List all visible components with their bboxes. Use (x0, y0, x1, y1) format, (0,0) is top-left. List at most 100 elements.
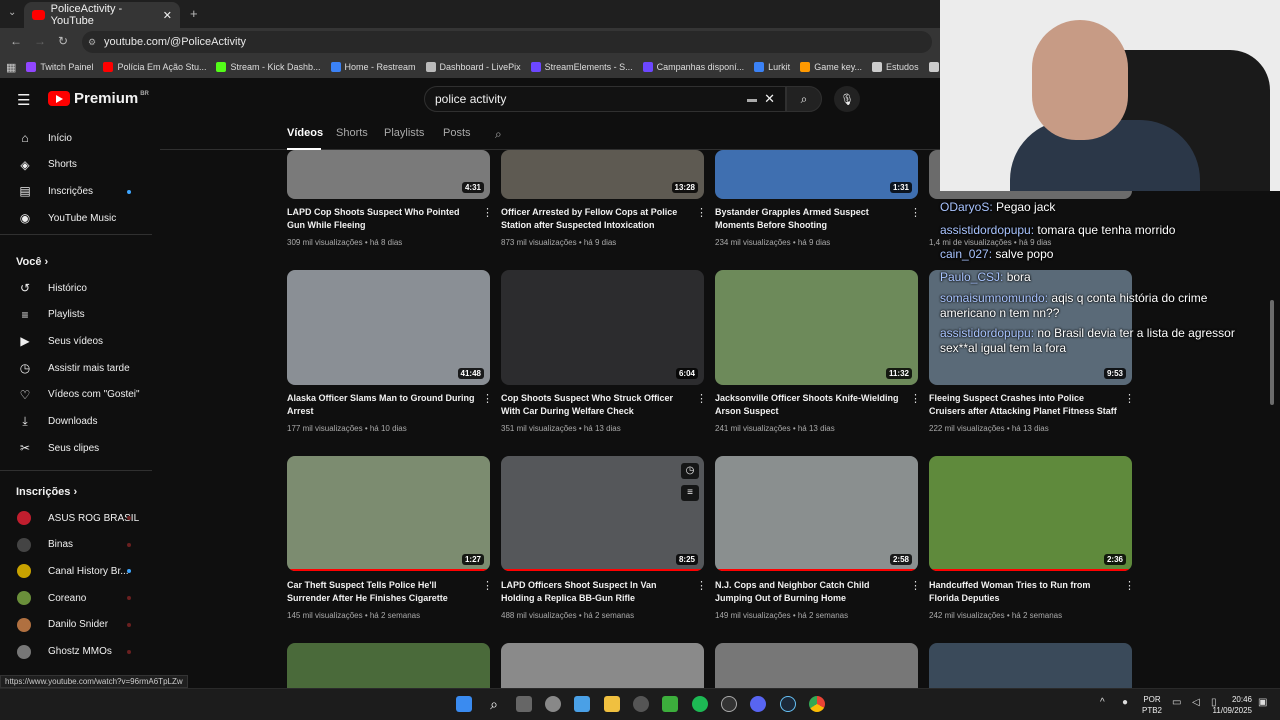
video-thumbnail[interactable]: 1:31 (715, 150, 918, 199)
apps-icon[interactable]: ▦ (6, 61, 16, 74)
xbox-icon[interactable] (662, 696, 678, 712)
subscription-item[interactable]: Canal History Br... (0, 558, 150, 584)
you-section-heading[interactable]: Você › (16, 256, 48, 268)
video-title[interactable]: LAPD Cop Shoots Suspect Who Pointed Gun … (287, 206, 477, 232)
steam-icon[interactable] (780, 696, 796, 712)
site-info-icon[interactable]: ⚙ (88, 37, 96, 48)
tray-mic-icon[interactable]: ● (1122, 697, 1128, 708)
tab-list-icon[interactable]: ⌄ (8, 7, 16, 18)
subscription-item[interactable]: Ghostz MMOs (0, 639, 150, 665)
discord-icon[interactable] (750, 696, 766, 712)
more-actions-icon[interactable]: ⋮ (482, 392, 493, 405)
bookmark-item[interactable]: Twitch Painel (26, 62, 93, 72)
sidebar-item[interactable]: ✂ Seus clipes (0, 435, 150, 461)
more-actions-icon[interactable]: ⋮ (482, 206, 493, 219)
video-title[interactable]: N.J. Cops and Neighbor Catch Child Jumpi… (715, 579, 905, 605)
video-title[interactable]: Bystander Grapples Armed Suspect Moments… (715, 206, 905, 232)
sidebar-item[interactable]: ≡ Playlists (0, 302, 150, 328)
subscription-item[interactable]: Binas (0, 532, 150, 558)
video-title[interactable]: Fleeing Suspect Crashes into Police Crui… (929, 392, 1119, 418)
video-thumbnail[interactable] (501, 643, 704, 688)
close-tab-icon[interactable]: ✕ (163, 9, 172, 22)
video-thumbnail[interactable]: 4:31 (287, 150, 490, 199)
tab-playlists[interactable]: Playlists (384, 127, 424, 139)
more-actions-icon[interactable]: ⋮ (696, 206, 707, 219)
bookmark-item[interactable]: Thumbnails (928, 62, 940, 72)
bookmark-item[interactable]: Campanhas disponí... (642, 62, 744, 72)
subscriptions-section-heading[interactable]: Inscrições › (16, 486, 77, 498)
more-actions-icon[interactable]: ⋮ (910, 579, 921, 592)
bookmark-item[interactable]: StreamElements - S... (530, 62, 633, 72)
more-actions-icon[interactable]: ⋮ (910, 392, 921, 405)
more-actions-icon[interactable]: ⋮ (696, 579, 707, 592)
video-thumbnail[interactable]: 8:25 (501, 456, 704, 571)
video-thumbnail[interactable]: 6:04 (501, 270, 704, 385)
more-actions-icon[interactable]: ⋮ (696, 392, 707, 405)
task-view-icon[interactable] (516, 696, 532, 712)
video-title[interactable]: Officer Arrested by Fellow Cops at Polic… (501, 206, 691, 232)
more-actions-icon[interactable]: ⋮ (910, 206, 921, 219)
video-thumbnail[interactable]: 13:28 (501, 150, 704, 199)
chrome-icon[interactable] (809, 696, 825, 712)
settings-icon[interactable] (545, 696, 561, 712)
keyboard-icon[interactable]: ▬ (747, 94, 757, 105)
more-actions-icon[interactable]: ⋮ (1124, 579, 1135, 592)
notifications-icon[interactable]: ▣ (1258, 697, 1267, 708)
channel-search-icon[interactable]: ⌕ (495, 127, 502, 142)
video-title[interactable]: Alaska Officer Slams Man to Ground Durin… (287, 392, 477, 418)
subscription-item[interactable]: ASUS ROG BRASIL (0, 505, 150, 531)
bookmark-item[interactable]: Polícia Em Ação Stu... (103, 62, 206, 72)
tray-chevron-icon[interactable]: ^ (1100, 697, 1105, 708)
video-thumbnail[interactable]: 2:58 (715, 456, 918, 571)
sidebar-item[interactable]: ◉ YouTube Music (0, 205, 150, 231)
bookmark-item[interactable]: Game key... (800, 62, 862, 72)
sidebar-item[interactable]: ▶ Seus vídeos (0, 328, 150, 354)
bookmark-item[interactable]: Lurkit (754, 62, 790, 72)
photos-icon[interactable] (574, 696, 590, 712)
video-thumbnail[interactable] (715, 643, 918, 688)
bookmark-item[interactable]: Dashboard - LivePix (425, 62, 521, 72)
volume-icon[interactable]: ◁ (1192, 697, 1200, 708)
sidebar-item[interactable]: ⌂ Início (0, 125, 150, 151)
bookmark-item[interactable]: Stream - Kick Dashb... (216, 62, 321, 72)
scrollbar[interactable] (1270, 300, 1274, 405)
video-thumbnail[interactable]: 41:48 (287, 270, 490, 385)
bookmark-item[interactable]: Estudos (872, 62, 919, 72)
tab-posts[interactable]: Posts (443, 127, 471, 139)
more-actions-icon[interactable]: ⋮ (1124, 392, 1135, 405)
sidebar-item[interactable]: ⤓ Downloads (0, 409, 150, 435)
clear-search-icon[interactable]: ✕ (764, 91, 775, 107)
video-thumbnail[interactable]: 1:27 (287, 456, 490, 571)
forward-icon[interactable]: → (34, 34, 46, 48)
windows-start-icon[interactable] (456, 696, 472, 712)
search-input[interactable]: police activity ▬ ✕ (424, 86, 786, 112)
subscription-item[interactable]: Coreano (0, 585, 150, 611)
video-thumbnail[interactable] (287, 643, 490, 688)
app-icon[interactable] (633, 696, 649, 712)
tab-videos[interactable]: Vídeos (287, 127, 323, 139)
video-title[interactable]: Handcuffed Woman Tries to Run from Flori… (929, 579, 1119, 605)
video-thumbnail[interactable] (929, 643, 1132, 688)
more-actions-icon[interactable]: ⋮ (482, 579, 493, 592)
video-title[interactable]: Cop Shoots Suspect Who Struck Officer Wi… (501, 392, 691, 418)
reload-icon[interactable]: ↻ (58, 34, 68, 48)
video-thumbnail[interactable]: 11:32 (715, 270, 918, 385)
browser-tab[interactable]: PoliceActivity - YouTube ✕ (24, 2, 180, 28)
search-button[interactable]: ⌕ (786, 86, 822, 112)
voice-search-button[interactable]: 🎙 (834, 86, 860, 112)
video-thumbnail[interactable]: 2:36 (929, 456, 1132, 571)
back-icon[interactable]: ← (10, 34, 22, 48)
new-tab-icon[interactable]: + (190, 6, 198, 21)
network-icon[interactable]: ▭ (1172, 697, 1181, 708)
menu-icon[interactable]: ☰ (17, 91, 30, 109)
video-title[interactable]: Car Theft Suspect Tells Police He'll Sur… (287, 579, 477, 605)
taskbar-search-icon[interactable]: ⌕ (486, 696, 502, 712)
sidebar-item[interactable]: ↺ Histórico (0, 275, 150, 301)
video-title[interactable]: Jacksonville Officer Shoots Knife-Wieldi… (715, 392, 905, 418)
clock[interactable]: 20:46 11/09/2025 (1208, 694, 1252, 716)
language-indicator[interactable]: POR PTB2 (1142, 694, 1162, 716)
youtube-logo[interactable]: Premium BR (48, 90, 149, 107)
bookmark-item[interactable]: Home - Restream (330, 62, 416, 72)
obs-icon[interactable] (721, 696, 737, 712)
file-explorer-icon[interactable] (604, 696, 620, 712)
